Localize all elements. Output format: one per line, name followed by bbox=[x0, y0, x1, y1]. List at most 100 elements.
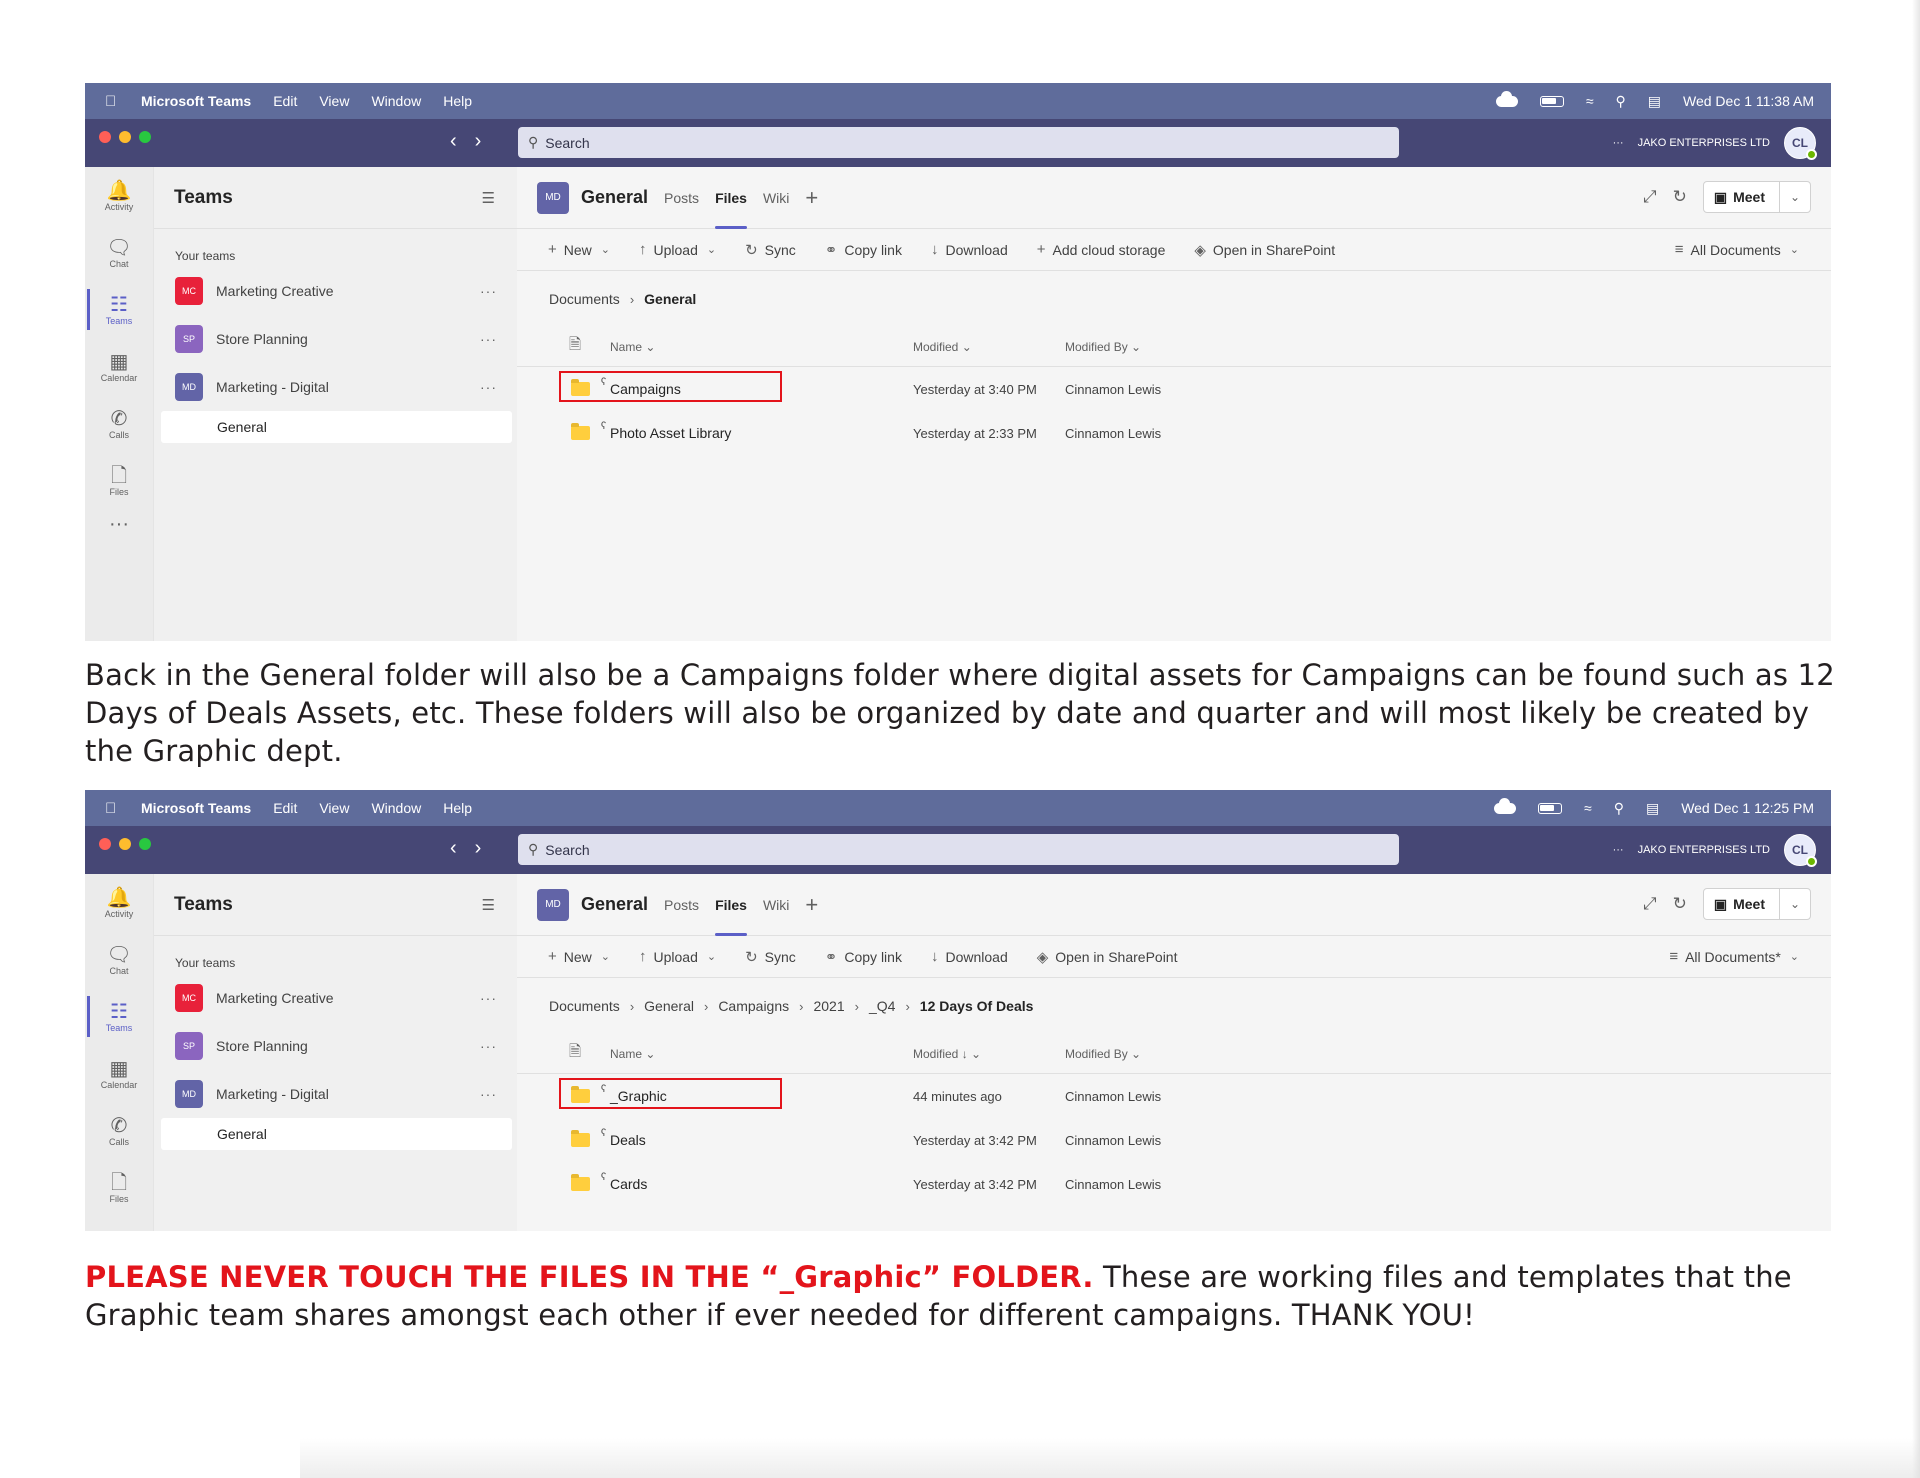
menu-help[interactable]: Help bbox=[443, 800, 472, 816]
team-more-icon[interactable]: ··· bbox=[480, 1038, 497, 1054]
menu-app-name[interactable]: Microsoft Teams bbox=[141, 800, 251, 816]
chevron-down-icon[interactable]: ⌄ bbox=[1780, 190, 1810, 204]
team-store-planning[interactable]: SP Store Planning ··· bbox=[154, 315, 517, 363]
battery-icon[interactable] bbox=[1538, 802, 1562, 814]
filter-icon[interactable]: ☰ bbox=[482, 189, 495, 207]
column-modified-by[interactable]: Modified By ⌄ bbox=[1065, 340, 1141, 354]
team-marketing-digital[interactable]: MD Marketing - Digital ··· bbox=[154, 1070, 517, 1118]
file-name[interactable]: Cards bbox=[610, 1176, 647, 1192]
avatar[interactable]: CL bbox=[1784, 834, 1817, 867]
upload-button[interactable]: ↑ Upload ⌄ bbox=[639, 241, 716, 259]
column-modified[interactable]: Modified ⌄ bbox=[913, 340, 972, 354]
avatar[interactable]: CL bbox=[1784, 127, 1817, 160]
spotlight-icon[interactable]: ⚲ bbox=[1614, 800, 1624, 817]
tab-wiki[interactable]: Wiki bbox=[763, 167, 789, 229]
file-row-deals[interactable]: ҁ Deals Yesterday at 3:42 PM Cinnamon Lewis bbox=[517, 1118, 1831, 1162]
file-name[interactable]: Photo Asset Library bbox=[610, 425, 731, 441]
menu-window[interactable]: Window bbox=[371, 800, 421, 816]
team-marketing-creative[interactable]: MC Marketing Creative ··· bbox=[154, 974, 517, 1022]
upload-button[interactable]: ↑ Upload ⌄ bbox=[639, 948, 716, 966]
breadcrumb-item-campaigns[interactable]: Campaigns bbox=[718, 998, 789, 1014]
filter-icon[interactable]: ☰ bbox=[482, 896, 495, 914]
apple-icon[interactable]:  bbox=[105, 800, 123, 817]
file-type-icon[interactable]: 🗎 bbox=[569, 334, 581, 359]
battery-icon[interactable] bbox=[1539, 95, 1564, 107]
file-name[interactable]: _Graphic bbox=[610, 1088, 667, 1104]
tab-files[interactable]: Files bbox=[715, 167, 747, 229]
rail-item-teams[interactable]: ☷ Teams bbox=[85, 988, 153, 1045]
org-name[interactable]: JAKO ENTERPRISES LTD bbox=[1638, 844, 1770, 856]
zoom-window-icon[interactable] bbox=[139, 131, 151, 143]
add-cloud-storage-button[interactable]: + Add cloud storage bbox=[1037, 241, 1166, 259]
back-arrow-icon[interactable]: ‹ bbox=[450, 130, 457, 153]
menubar-clock[interactable]: Wed Dec 1 12:25 PM bbox=[1681, 800, 1814, 816]
view-switcher[interactable]: ≡ All Documents* ⌄ bbox=[1669, 948, 1799, 965]
rail-item-calendar[interactable]: ▦ Calendar bbox=[85, 338, 153, 395]
menu-window[interactable]: Window bbox=[371, 93, 421, 109]
download-button[interactable]: ↓ Download bbox=[931, 948, 1008, 966]
wifi-icon[interactable]: ≈ bbox=[1586, 93, 1594, 109]
new-button[interactable]: + New ⌄ bbox=[548, 241, 610, 259]
file-row-photo-asset-library[interactable]: ҁ Photo Asset Library Yesterday at 2:33 PM… bbox=[517, 411, 1831, 455]
file-row-campaigns[interactable]: ҁ Campaigns Yesterday at 3:40 PM Cinnamon L… bbox=[517, 367, 1831, 411]
cloud-icon[interactable] bbox=[1494, 797, 1516, 814]
rail-item-files[interactable]: 🗋 Files bbox=[85, 1159, 153, 1216]
breadcrumb-item-general[interactable]: General bbox=[644, 998, 694, 1014]
rail-item-chat[interactable]: 🗨 Chat bbox=[85, 931, 153, 988]
open-in-sharepoint-button[interactable]: ◈ Open in SharePoint bbox=[1194, 241, 1335, 259]
spotlight-icon[interactable]: ⚲ bbox=[1616, 93, 1626, 110]
back-arrow-icon[interactable]: ‹ bbox=[450, 837, 457, 860]
wifi-icon[interactable]: ≈ bbox=[1584, 800, 1592, 816]
channel-general[interactable]: General bbox=[161, 1118, 512, 1150]
control-center-icon[interactable]: ▤ bbox=[1648, 93, 1661, 110]
sync-button[interactable]: ↻ Sync bbox=[745, 948, 796, 966]
menu-view[interactable]: View bbox=[319, 93, 349, 109]
tab-files[interactable]: Files bbox=[715, 874, 747, 936]
file-name[interactable]: Campaigns bbox=[610, 381, 681, 397]
download-button[interactable]: ↓ Download bbox=[931, 241, 1008, 259]
breadcrumb-item-general[interactable]: General bbox=[644, 291, 696, 307]
expand-icon[interactable]: ⤢ bbox=[1643, 187, 1657, 207]
add-tab-icon[interactable]: + bbox=[805, 892, 818, 918]
copy-link-button[interactable]: ⚭ Copy link bbox=[825, 241, 902, 259]
tab-wiki[interactable]: Wiki bbox=[763, 874, 789, 936]
team-marketing-digital[interactable]: MD Marketing - Digital ··· bbox=[154, 363, 517, 411]
rail-item-calls[interactable]: ✆ Calls bbox=[85, 395, 153, 452]
add-tab-icon[interactable]: + bbox=[805, 185, 818, 211]
menu-help[interactable]: Help bbox=[443, 93, 472, 109]
org-name[interactable]: JAKO ENTERPRISES LTD bbox=[1638, 137, 1770, 149]
new-button[interactable]: + New ⌄ bbox=[548, 948, 610, 966]
chevron-down-icon[interactable]: ⌄ bbox=[1780, 897, 1810, 911]
channel-general[interactable]: General bbox=[161, 411, 512, 443]
rail-item-teams[interactable]: ☷ Teams bbox=[85, 281, 153, 338]
meet-button[interactable]: ▣ Meet ⌄ bbox=[1702, 181, 1811, 213]
column-modified[interactable]: Modified ↓ ⌄ bbox=[913, 1047, 981, 1061]
team-more-icon[interactable]: ··· bbox=[480, 1086, 497, 1102]
close-window-icon[interactable] bbox=[99, 131, 111, 143]
sync-button[interactable]: ↻ Sync bbox=[745, 241, 796, 259]
rail-item-calendar[interactable]: ▦ Calendar bbox=[85, 1045, 153, 1102]
rail-item-files[interactable]: 🗋 Files bbox=[85, 452, 153, 509]
refresh-icon[interactable]: ↻ bbox=[1673, 894, 1687, 914]
breadcrumb-item-documents[interactable]: Documents bbox=[549, 998, 620, 1014]
apple-icon[interactable]:  bbox=[105, 93, 123, 110]
refresh-icon[interactable]: ↻ bbox=[1673, 187, 1687, 207]
tab-posts[interactable]: Posts bbox=[664, 167, 699, 229]
more-options-icon[interactable]: ··· bbox=[1613, 844, 1624, 856]
copy-link-button[interactable]: ⚭ Copy link bbox=[825, 948, 902, 966]
menu-view[interactable]: View bbox=[319, 800, 349, 816]
team-more-icon[interactable]: ··· bbox=[480, 990, 497, 1006]
meet-button[interactable]: ▣ Meet ⌄ bbox=[1702, 888, 1811, 920]
team-more-icon[interactable]: ··· bbox=[480, 379, 497, 395]
file-row-cards[interactable]: ҁ Cards Yesterday at 3:42 PM Cinnamon Lewis bbox=[517, 1162, 1831, 1206]
file-row-graphic[interactable]: ҁ _Graphic 44 minutes ago Cinnamon Lewis bbox=[517, 1074, 1831, 1118]
breadcrumb-item-2021[interactable]: 2021 bbox=[813, 998, 844, 1014]
open-in-sharepoint-button[interactable]: ◈ Open in SharePoint bbox=[1037, 948, 1178, 966]
column-modified-by[interactable]: Modified By ⌄ bbox=[1065, 1047, 1141, 1061]
team-marketing-creative[interactable]: MC Marketing Creative ··· bbox=[154, 267, 517, 315]
minimize-window-icon[interactable] bbox=[119, 131, 131, 143]
breadcrumb-item-q4[interactable]: _Q4 bbox=[869, 998, 895, 1014]
menubar-clock[interactable]: Wed Dec 1 11:38 AM bbox=[1683, 93, 1814, 109]
rail-item-chat[interactable]: 🗨 Chat bbox=[85, 224, 153, 281]
minimize-window-icon[interactable] bbox=[119, 838, 131, 850]
